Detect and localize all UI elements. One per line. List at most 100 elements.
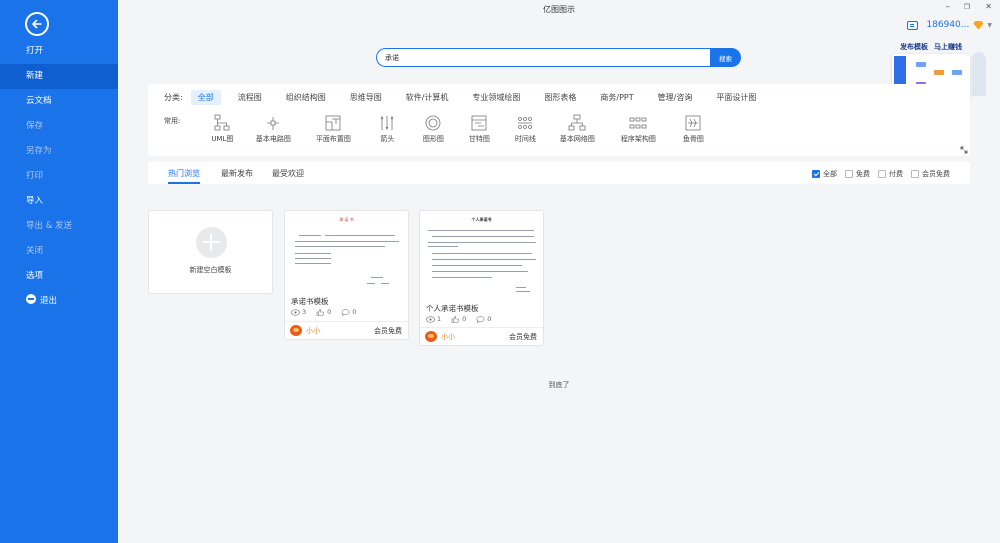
- sidebar-item-cloud-docs[interactable]: 云文档: [0, 89, 118, 114]
- vip-diamond-icon[interactable]: [973, 20, 984, 30]
- template-footer: 小小 会员免费: [420, 327, 543, 345]
- category-org-chart[interactable]: 组织结构图: [279, 90, 333, 105]
- sidebar-item-new[interactable]: 新建: [0, 64, 118, 89]
- new-blank-template-card[interactable]: 新建空白模板: [148, 210, 273, 294]
- gantt-icon: [471, 115, 487, 131]
- tool-gantt[interactable]: 甘特图: [458, 114, 500, 144]
- comments-count[interactable]: 0: [476, 315, 491, 323]
- filter-paid-checkbox[interactable]: [878, 170, 886, 178]
- author-avatar[interactable]: [425, 331, 437, 342]
- sidebar-item-open[interactable]: 打开: [0, 39, 118, 64]
- eye-icon: [291, 308, 300, 316]
- sidebar-menu: 打开 新建 云文档 保存 另存为 打印 导入 导出 & 发送 关闭 选项 退出: [0, 39, 118, 314]
- close-button[interactable]: ✕: [985, 2, 992, 11]
- promo-publish: 发布模板: [900, 43, 928, 51]
- search-bar: 搜索: [376, 48, 741, 67]
- promo-earn: 马上赚钱: [934, 43, 962, 51]
- tab-hot[interactable]: 热门浏览: [168, 168, 200, 179]
- template-footer: 小小 会员免费: [285, 321, 408, 339]
- tool-gantt-label: 甘特图: [468, 135, 490, 143]
- thumbs-up-icon: [451, 315, 459, 323]
- filter-all[interactable]: 全部: [812, 169, 837, 179]
- filter-free[interactable]: 免费: [845, 169, 870, 179]
- sort-tabs-bar: 热门浏览 最新发布 最受欢迎 全部 免费 付费 会员免费: [148, 162, 970, 184]
- user-name[interactable]: 186940...: [926, 20, 969, 30]
- category-management[interactable]: 管理/咨询: [651, 90, 700, 105]
- tool-fishbone[interactable]: 鱼骨图: [672, 114, 714, 144]
- app-title: 亿图图示: [543, 5, 575, 14]
- title-bar: 亿图图示 – ❐ ✕: [118, 0, 1000, 18]
- floor-plan-icon: [325, 115, 341, 131]
- tool-floor-plan[interactable]: 平面布置图: [304, 114, 362, 144]
- timeline-icon: [518, 117, 533, 129]
- category-business-ppt[interactable]: 商务/PPT: [593, 90, 640, 105]
- template-card[interactable]: 承 诺 书 承诺书模板 3 0 0 小小 会员免费: [284, 210, 409, 340]
- likes-count[interactable]: 0: [316, 308, 331, 316]
- tool-shape[interactable]: 图形图: [412, 114, 454, 144]
- category-flowchart[interactable]: 流程图: [231, 90, 269, 105]
- plus-icon: [196, 227, 227, 258]
- filter-all-checkbox[interactable]: [812, 170, 820, 178]
- thumbs-up-icon: [316, 308, 324, 316]
- eye-icon: [426, 315, 435, 323]
- views-count: 3: [291, 308, 306, 316]
- tool-arrow-label: 箭头: [380, 135, 395, 143]
- search-button[interactable]: 搜索: [710, 48, 741, 67]
- back-button[interactable]: [25, 12, 49, 36]
- tool-network-label: 基本网络图: [559, 135, 595, 143]
- sidebar-item-print[interactable]: 打印: [0, 164, 118, 189]
- tool-uml[interactable]: UML图: [202, 114, 242, 144]
- template-stats: 3 0 0: [291, 308, 366, 316]
- user-menu-caret[interactable]: ▼: [987, 22, 992, 29]
- author-name[interactable]: 小小: [441, 332, 455, 342]
- category-professional[interactable]: 专业领域绘图: [465, 90, 527, 105]
- sidebar-item-exit[interactable]: 退出: [0, 289, 118, 314]
- category-graphics-table[interactable]: 图形表格: [537, 90, 583, 105]
- filter-member-free-checkbox[interactable]: [911, 170, 919, 178]
- tab-popular[interactable]: 最受欢迎: [272, 168, 304, 179]
- restore-button[interactable]: ❐: [964, 3, 970, 11]
- category-label: 分类:: [164, 93, 183, 102]
- expand-icon[interactable]: [960, 146, 968, 154]
- filter-paid[interactable]: 付费: [878, 169, 903, 179]
- search-input[interactable]: [376, 48, 710, 67]
- thumbnail-doc-title: 承 诺 书: [339, 217, 354, 222]
- tool-circuit[interactable]: 基本电路图: [246, 114, 300, 144]
- common-row: 常用: UML图 基本电路图 平面布置图 箭头 图形图 甘特图 时间线 基本网络…: [164, 114, 718, 144]
- tool-arrow[interactable]: 箭头: [366, 114, 408, 144]
- tool-architecture[interactable]: 程序架构图: [608, 114, 668, 144]
- author-avatar[interactable]: [290, 325, 302, 336]
- minimize-button[interactable]: –: [946, 2, 951, 12]
- sidebar-item-save-as[interactable]: 另存为: [0, 139, 118, 164]
- category-mind-map[interactable]: 思维导图: [343, 90, 389, 105]
- tool-fishbone-label: 鱼骨图: [682, 135, 704, 143]
- sidebar-item-options[interactable]: 选项: [0, 264, 118, 289]
- sidebar-item-close[interactable]: 关闭: [0, 239, 118, 264]
- arrow-icon: [381, 116, 394, 130]
- tool-network[interactable]: 基本网络图: [550, 114, 604, 144]
- filter-member-free[interactable]: 会员免费: [911, 169, 950, 179]
- filter-free-label: 免费: [856, 170, 870, 178]
- circuit-icon: [267, 117, 280, 130]
- category-software[interactable]: 软件/计算机: [399, 90, 456, 105]
- author-name[interactable]: 小小: [306, 326, 320, 336]
- category-all[interactable]: 全部: [190, 90, 221, 105]
- comments-count[interactable]: 0: [341, 308, 356, 316]
- filter-free-checkbox[interactable]: [845, 170, 853, 178]
- tool-timeline[interactable]: 时间线: [504, 114, 546, 144]
- sidebar-item-export-send[interactable]: 导出 & 发送: [0, 214, 118, 239]
- tool-timeline-label: 时间线: [514, 135, 536, 143]
- comment-icon: [476, 315, 485, 323]
- tool-shape-label: 图形图: [422, 135, 444, 143]
- template-name: 个人承诺书模板: [426, 304, 479, 313]
- category-graphic-design[interactable]: 平面设计图: [709, 90, 763, 105]
- likes-count[interactable]: 0: [451, 315, 466, 323]
- uml-icon: [214, 114, 230, 131]
- template-name: 承诺书模板: [291, 297, 329, 306]
- message-icon[interactable]: [907, 20, 919, 30]
- sidebar-item-save[interactable]: 保存: [0, 114, 118, 139]
- template-price: 会员免费: [509, 333, 537, 341]
- sidebar-item-import[interactable]: 导入: [0, 189, 118, 214]
- template-card[interactable]: 个人承诺书 个人承诺书模板 1 0 0 小小 会员免费: [419, 210, 544, 346]
- tab-newest[interactable]: 最新发布: [221, 168, 253, 179]
